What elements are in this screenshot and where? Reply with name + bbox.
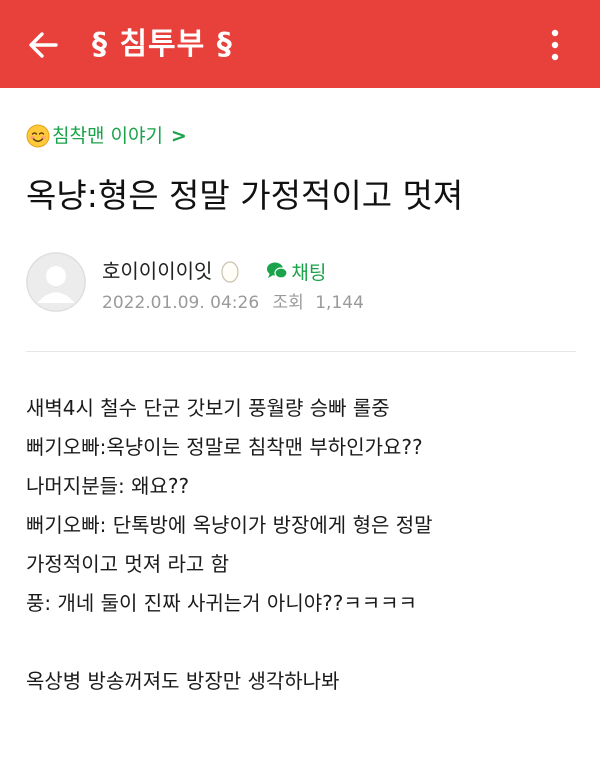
body-line: 뻐기오빠: 단톡방에 옥냥이가 방장에게 형은 정말 bbox=[26, 513, 433, 537]
board-link[interactable]: 침착맨 이야기 > bbox=[26, 120, 187, 152]
body-line: 풍: 개네 둘이 진짜 사귀는거 아니야??ㅋㅋㅋㅋ bbox=[26, 591, 417, 615]
views-label: 조회 bbox=[272, 293, 304, 313]
body-line: 옥상병 방송꺼져도 방장만 생각하나봐 bbox=[26, 669, 340, 693]
body-line: 새벽4시 철수 단군 갓보기 풍월량 승빠 롤중 bbox=[26, 396, 390, 420]
board-name: 침착맨 이야기 bbox=[52, 125, 163, 147]
post-meta: 2022.01.09. 04:26 조회 1,144 bbox=[102, 291, 364, 315]
app-header: § 침투부 § bbox=[0, 0, 600, 88]
chevron-right-icon: > bbox=[170, 125, 187, 147]
author-name[interactable]: 호이이이이잇 bbox=[102, 258, 212, 284]
egg-icon bbox=[221, 261, 240, 283]
author-info: 호이이이이잇 채팅 bbox=[102, 256, 326, 286]
post-body: 새벽4시 철수 단군 갓보기 풍월량 승빠 롤중 뻐기오빠:옥냥이는 정말로 침… bbox=[26, 389, 586, 701]
cafe-title: § 침투부 § bbox=[92, 27, 233, 62]
post-title: 옥냥:형은 정말 가정적이고 멋져 bbox=[26, 176, 464, 215]
more-vertical-icon bbox=[551, 29, 559, 61]
views-count: 1,144 bbox=[315, 293, 364, 313]
chat-bubble-icon bbox=[267, 262, 289, 279]
body-line: 뻐기오빠:옥냥이는 정말로 침착맨 부하인가요?? bbox=[26, 435, 423, 459]
chat-button[interactable]: 채팅 bbox=[266, 258, 326, 285]
default-avatar-icon bbox=[26, 252, 86, 312]
chat-label: 채팅 bbox=[291, 261, 327, 284]
divider bbox=[26, 351, 576, 352]
arrow-left-icon bbox=[29, 32, 58, 58]
author-avatar[interactable] bbox=[26, 252, 86, 312]
smiling-face-emoji bbox=[26, 124, 50, 148]
more-options-button[interactable] bbox=[538, 24, 572, 66]
back-button[interactable] bbox=[22, 24, 64, 66]
post-date: 2022.01.09. 04:26 bbox=[102, 293, 260, 313]
body-line: 가정적이고 멋져 라고 함 bbox=[26, 552, 230, 576]
body-line: 나머지분들: 왜요?? bbox=[26, 474, 190, 498]
